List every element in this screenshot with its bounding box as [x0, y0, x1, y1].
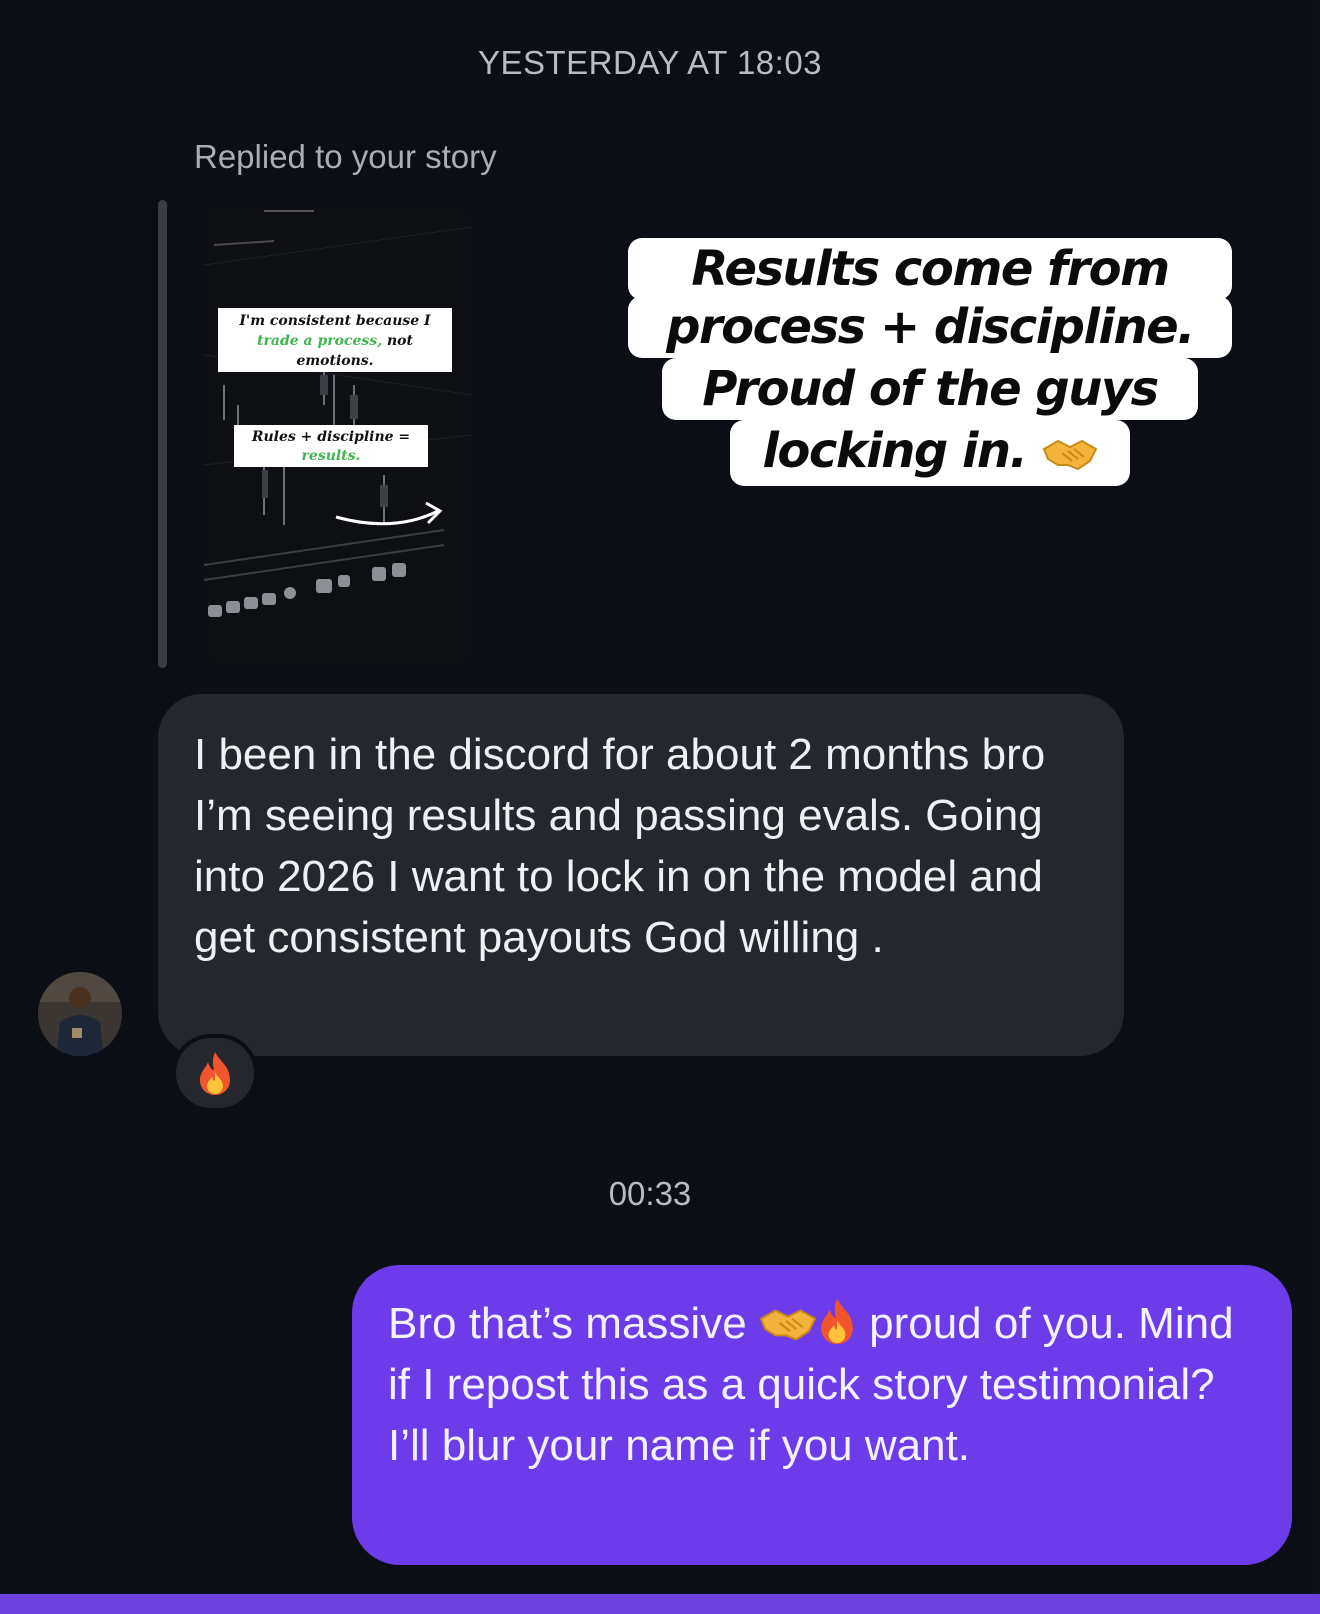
story-caption-overlay: Results come from process + discipline. … [620, 238, 1240, 538]
sent-message-bubble[interactable]: Bro that’s massive proud of you. Mind if… [352, 1265, 1292, 1565]
avatar-photo [38, 972, 122, 1056]
timestamp-0033: 00:33 [608, 1175, 692, 1212]
story-reply-indicator-bar [158, 200, 167, 668]
received-message-text: I been in the discord for about 2 months… [194, 730, 1046, 962]
thumb-text-results: results. [302, 448, 361, 464]
thumb-text-rules: Rules + discipline = [251, 429, 410, 445]
thumb-text-line2-rest: not [382, 333, 413, 349]
caption-line-3: Proud of the guys [662, 358, 1198, 420]
bottom-bar [0, 1594, 1320, 1614]
thumb-text-line2: trade a process, not [257, 333, 413, 349]
fire-icon [200, 1052, 230, 1095]
handshake-icon [759, 1309, 817, 1341]
scrollbar-track [1312, 0, 1320, 1594]
thumb-text-line3: emotions. [296, 353, 373, 369]
caption-line-1: Results come from [628, 238, 1232, 300]
handshake-icon [1042, 439, 1097, 471]
received-message-bubble[interactable]: I been in the discord for about 2 months… [158, 694, 1124, 1056]
caption-line-4: locking in. [730, 420, 1130, 486]
caption-line-2: process + discipline. [628, 296, 1232, 358]
sent-message-text-part1: Bro that’s massive [388, 1299, 759, 1348]
timestamp-yesterday: YESTERDAY AT 18:03 [477, 44, 823, 81]
sender-avatar[interactable] [38, 972, 122, 1056]
reaction-fire[interactable] [172, 1034, 258, 1112]
story-thumbnail[interactable]: I'm consistent because I trade a process… [204, 205, 472, 665]
thumb-text-highlight: trade a process, [257, 333, 382, 349]
fire-icon [821, 1298, 853, 1345]
caption-line-4-text: locking in. [762, 423, 1027, 479]
story-chart-image: I'm consistent because I trade a process… [204, 205, 472, 665]
story-reply-label: Replied to your story [194, 138, 497, 175]
dm-conversation: { "timestamps": { "first": "YESTERDAY AT… [0, 0, 1320, 1614]
thumb-text-line1: I'm consistent because I [238, 313, 431, 329]
